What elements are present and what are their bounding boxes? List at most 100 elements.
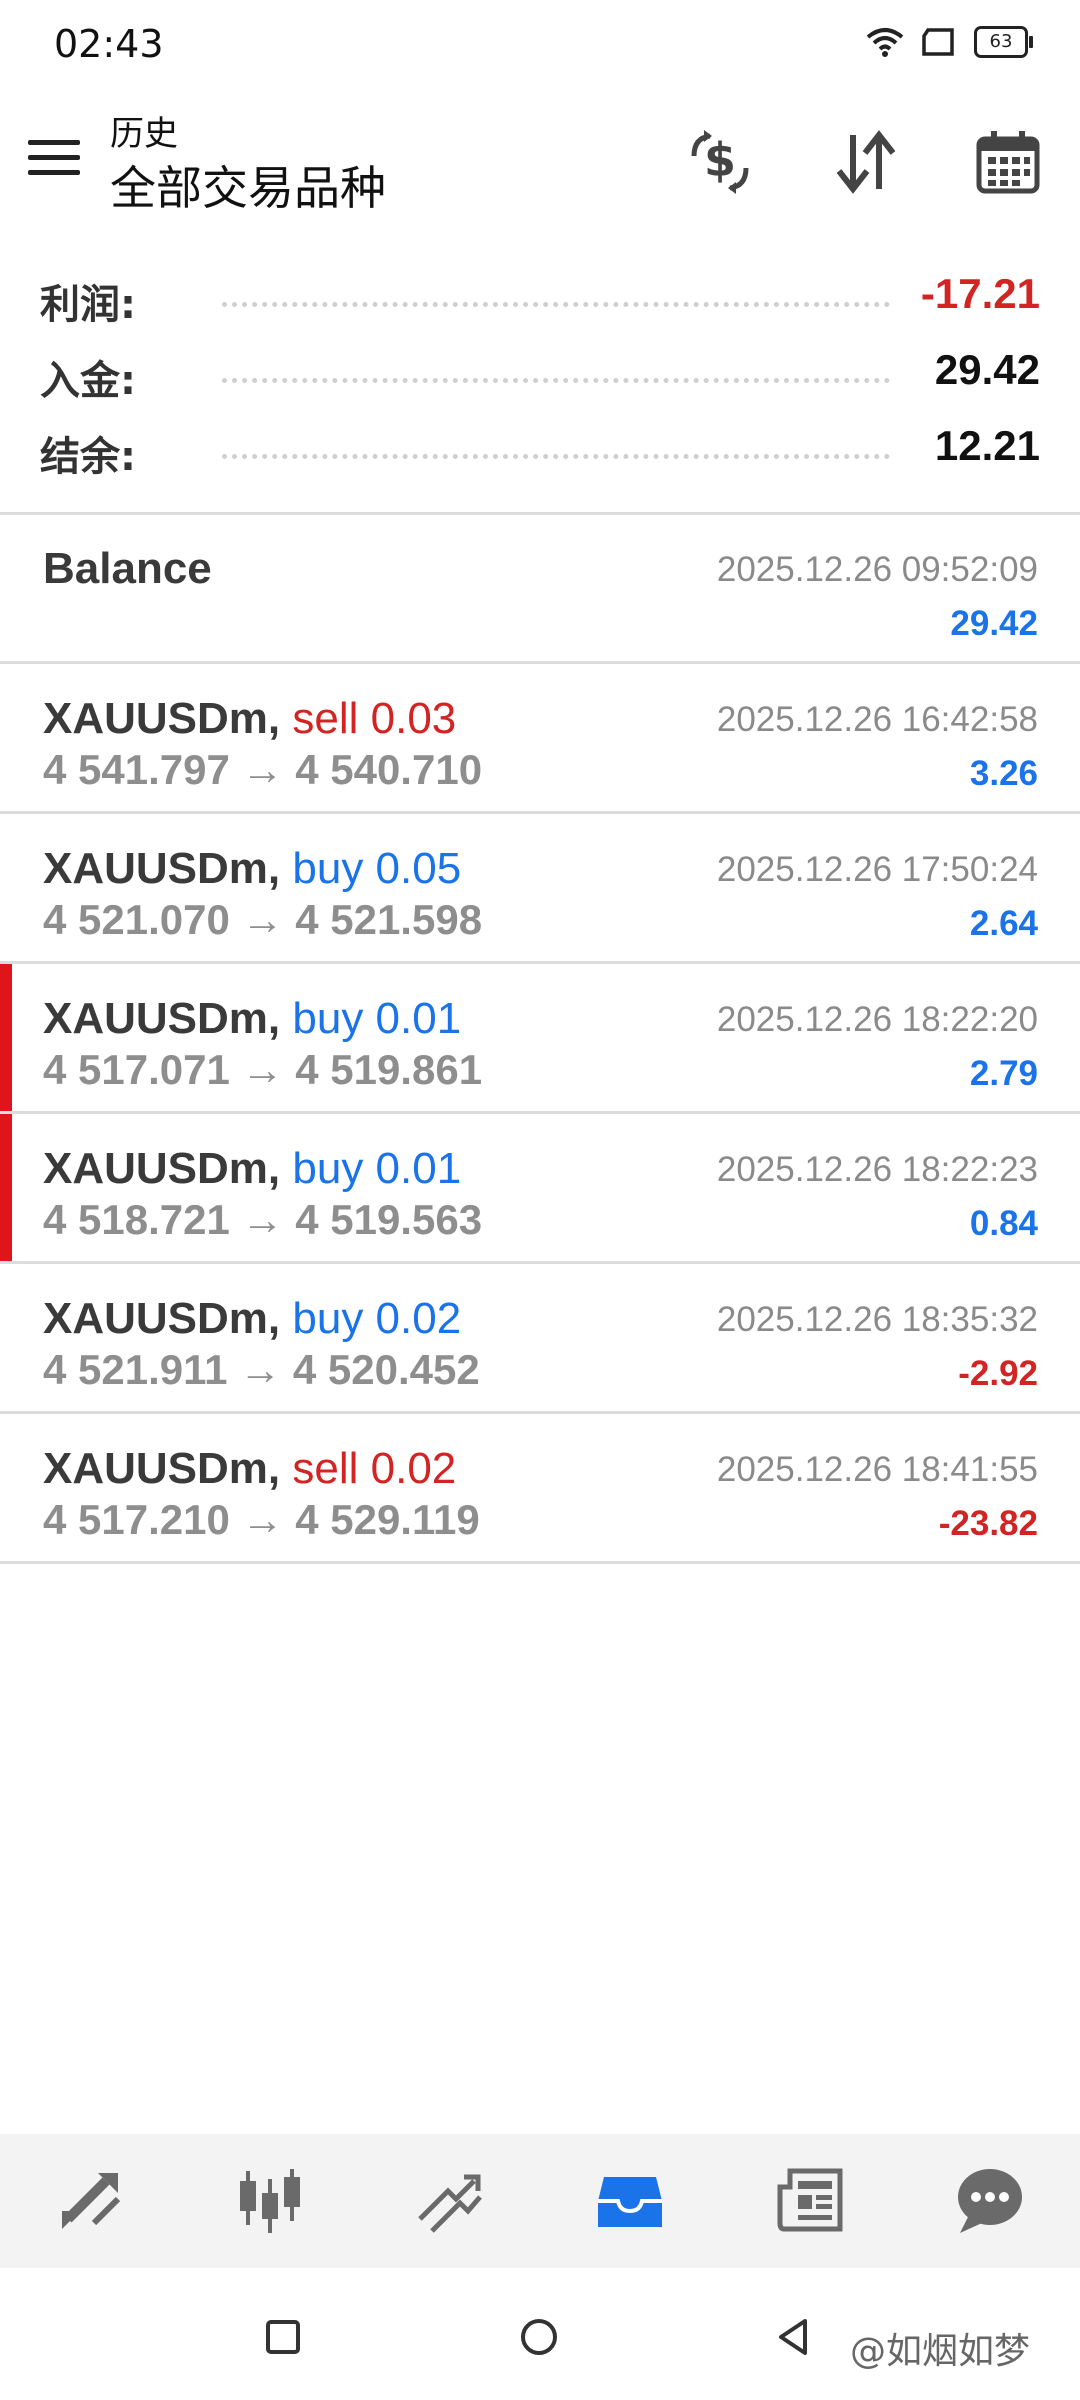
- deal-row[interactable]: XAUUSDm, buy 0.01 4 517.071 → 4 519.861 …: [0, 964, 1080, 1114]
- status-icons: 63: [866, 26, 1033, 58]
- deal-row[interactable]: XAUUSDm, buy 0.05 4 521.070 → 4 521.598 …: [0, 814, 1080, 964]
- deal-profit: -2.92: [958, 1354, 1038, 1393]
- candlestick-chart-icon: [240, 2169, 300, 2233]
- deal-row[interactable]: XAUUSDm, buy 0.01 4 518.721 → 4 519.563 …: [0, 1114, 1080, 1264]
- calendar-button[interactable]: [968, 122, 1048, 202]
- deal-time: 2025.12.26 18:22:23: [716, 1150, 1038, 1189]
- sort-button[interactable]: [826, 122, 906, 202]
- open-price: 4 521.911: [43, 1346, 228, 1393]
- deal-time: 2025.12.26 16:42:58: [716, 700, 1038, 739]
- balance-entry-amount: 29.42: [950, 604, 1038, 643]
- deal-row[interactable]: XAUUSDm, buy 0.02 4 521.911 → 4 520.452 …: [0, 1264, 1080, 1414]
- page-title[interactable]: 全部交易品种: [110, 152, 386, 218]
- open-price: 4 541.797: [43, 746, 230, 793]
- arrow-icon: →: [241, 896, 284, 943]
- deal-type: buy 0.05: [292, 844, 462, 893]
- balance-value: 12.21: [934, 422, 1040, 469]
- symbol-name: XAUUSDm,: [43, 1444, 281, 1493]
- nav-trade[interactable]: [390, 2151, 510, 2251]
- back-button[interactable]: [768, 2312, 818, 2362]
- deal-profit: -23.82: [938, 1504, 1038, 1543]
- wifi-icon: [866, 28, 904, 57]
- deal-type: buy 0.01: [292, 1144, 462, 1193]
- arrow-icon: →: [241, 746, 284, 793]
- menu-icon-line: [28, 155, 80, 160]
- deal-prices: 4 518.721 → 4 519.563: [43, 1196, 482, 1244]
- balance-entry-time: 2025.12.26 09:52:09: [716, 550, 1038, 589]
- sim-icon: [922, 28, 954, 56]
- sort-icon: [836, 130, 896, 194]
- page-subtitle: 历史: [110, 114, 178, 154]
- symbol-name: XAUUSDm,: [43, 1144, 281, 1193]
- deal-profit: 2.64: [969, 904, 1038, 943]
- deal-prices: 4 517.071 → 4 519.861: [43, 1046, 482, 1094]
- status-time: 02:43: [54, 22, 164, 66]
- menu-button[interactable]: [28, 140, 80, 184]
- deal-profit: 2.79: [969, 1054, 1038, 1093]
- deal-row[interactable]: XAUUSDm, sell 0.03 4 541.797 → 4 540.710…: [0, 664, 1080, 814]
- nav-messages[interactable]: [930, 2151, 1050, 2251]
- square-icon: [266, 2320, 300, 2354]
- deal-symbol: XAUUSDm, buy 0.05: [43, 844, 461, 894]
- close-price: 4 529.119: [295, 1496, 480, 1543]
- deposit-value: 29.42: [934, 346, 1040, 393]
- recent-apps-button[interactable]: [258, 2312, 308, 2362]
- deal-prices: 4 541.797 → 4 540.710: [43, 746, 482, 794]
- arrow-icon: →: [239, 1346, 282, 1393]
- arrow-icon: →: [241, 1496, 284, 1543]
- dotted-leader: [222, 378, 890, 383]
- summary-profit-row: 利润: -17.21: [0, 262, 1080, 332]
- deal-profit: 0.84: [969, 1204, 1038, 1243]
- bottom-navigation: [0, 2134, 1080, 2268]
- deal-row[interactable]: XAUUSDm, sell 0.02 4 517.210 → 4 529.119…: [0, 1414, 1080, 1564]
- deal-type: sell 0.02: [292, 1444, 457, 1493]
- menu-icon-line: [28, 140, 80, 145]
- deal-time: 2025.12.26 17:50:24: [716, 850, 1038, 889]
- profit-label: 利润:: [40, 282, 136, 328]
- arrow-icon: →: [241, 1046, 284, 1093]
- close-price: 4 520.452: [292, 1346, 480, 1393]
- open-price: 4 518.721: [43, 1196, 230, 1243]
- nav-chart[interactable]: [210, 2151, 330, 2251]
- app-header: 历史 全部交易品种 $: [0, 92, 1080, 252]
- balance-entry-label: Balance: [43, 544, 212, 593]
- symbol-name: XAUUSDm,: [43, 694, 281, 743]
- deal-type: buy 0.01: [292, 994, 462, 1043]
- nav-quotes[interactable]: [30, 2151, 150, 2251]
- circle-icon: [521, 2319, 557, 2355]
- deal-time: 2025.12.26 18:22:20: [716, 1000, 1038, 1039]
- deal-type: buy 0.02: [292, 1294, 462, 1343]
- profit-value: -17.21: [920, 270, 1040, 317]
- history-summary: 利润: -17.21 入金: 29.42 结余: 12.21: [0, 262, 1080, 512]
- open-price: 4 517.210: [43, 1496, 230, 1543]
- close-price: 4 521.598: [295, 896, 483, 943]
- arrow-icon: →: [241, 1196, 284, 1243]
- status-bar: 02:43 63: [0, 0, 1080, 92]
- symbol-name: XAUUSDm,: [43, 844, 281, 893]
- open-price: 4 517.071: [43, 1046, 230, 1093]
- quotes-icon: [62, 2173, 121, 2229]
- deal-symbol: XAUUSDm, sell 0.02: [43, 1444, 456, 1494]
- currency-exchange-button[interactable]: $: [680, 122, 760, 202]
- system-navigation-bar: @如烟如梦: [0, 2268, 1080, 2400]
- watermark: @如烟如梦: [850, 2331, 1031, 2372]
- summary-deposit-row: 入金: 29.42: [0, 338, 1080, 408]
- deal-prices: 4 521.070 → 4 521.598: [43, 896, 482, 944]
- dotted-leader: [222, 302, 890, 307]
- deal-time: 2025.12.26 18:35:32: [716, 1300, 1038, 1339]
- calendar-icon: [976, 131, 1040, 194]
- balance-row[interactable]: Balance 2025.12.26 09:52:09 29.42: [0, 514, 1080, 664]
- close-price: 4 540.710: [295, 746, 483, 793]
- svg-text:$: $: [704, 133, 736, 187]
- close-price: 4 519.861: [295, 1046, 483, 1093]
- inbox-icon: [598, 2177, 662, 2227]
- home-button[interactable]: [514, 2312, 564, 2362]
- currency-exchange-icon: $: [691, 130, 749, 194]
- nav-news[interactable]: [750, 2151, 870, 2251]
- deposit-label: 入金:: [40, 358, 136, 404]
- deals-list: Balance 2025.12.26 09:52:09 29.42 XAUUSD…: [0, 514, 1080, 1564]
- deal-symbol: XAUUSDm, sell 0.03: [43, 694, 456, 744]
- symbol-name: XAUUSDm,: [43, 994, 281, 1043]
- triangle-back-icon: [779, 2319, 807, 2355]
- nav-history[interactable]: [570, 2151, 690, 2251]
